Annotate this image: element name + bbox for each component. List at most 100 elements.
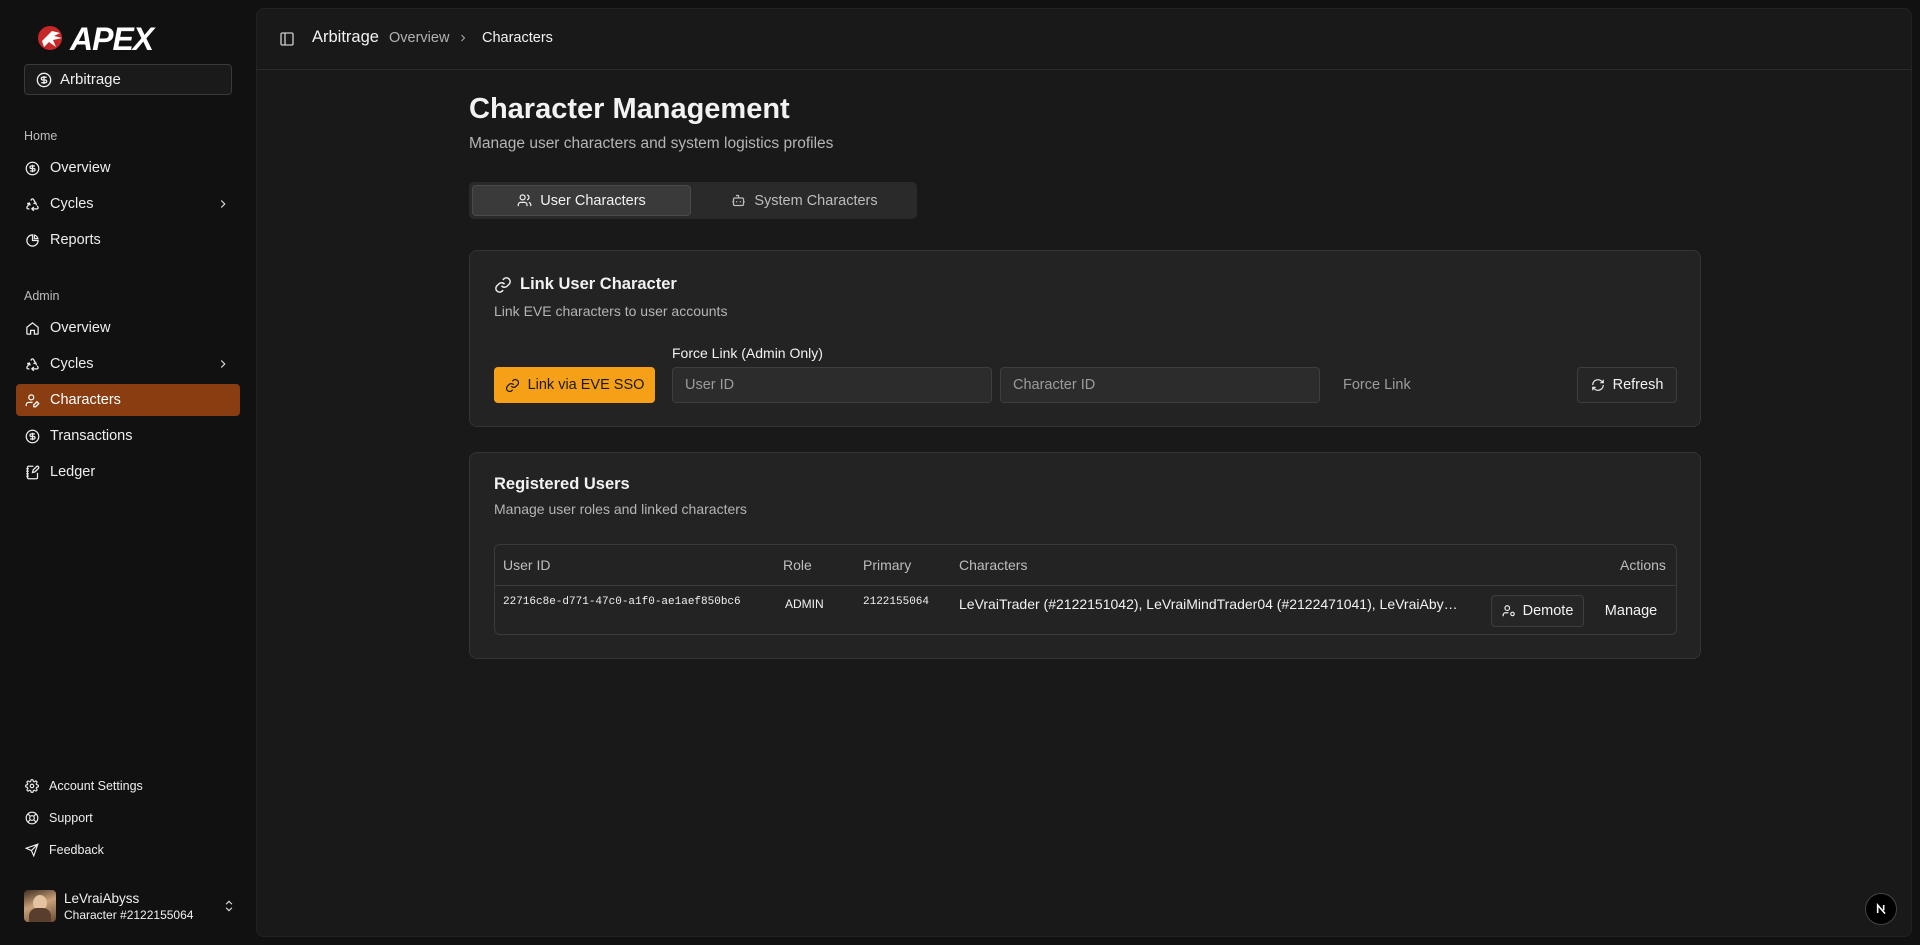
- tab-user-characters[interactable]: User Characters: [472, 185, 691, 216]
- tab-label: System Characters: [754, 192, 878, 209]
- users-icon: [517, 194, 532, 207]
- recycle-icon: [26, 357, 39, 371]
- bot-icon: [732, 194, 746, 207]
- row-divider: [495, 585, 1676, 586]
- section-label-admin: Admin: [24, 289, 60, 303]
- user-character-id: Character #2122155064: [64, 907, 194, 922]
- top-bar: Arbitrage Overview Characters: [257, 9, 1911, 70]
- app-switcher-label: Arbitrage: [60, 71, 121, 88]
- user-id-input[interactable]: [672, 367, 992, 403]
- main-panel: Arbitrage Overview Characters Character …: [256, 8, 1912, 937]
- sidebar-item-reports[interactable]: Reports: [16, 224, 240, 256]
- sidebar-account-settings[interactable]: Account Settings: [16, 773, 240, 799]
- tab-label: User Characters: [540, 192, 646, 209]
- sidebar-item-admin-cycles[interactable]: Cycles: [16, 348, 240, 380]
- home-icon: [26, 321, 39, 335]
- send-icon: [25, 843, 39, 857]
- dollar-circle-icon: [25, 161, 40, 175]
- demote-button[interactable]: Demote: [1491, 595, 1584, 627]
- page-title: Character Management: [469, 93, 790, 125]
- dollar-circle-icon: [36, 72, 52, 87]
- user-cog-icon: [1502, 605, 1515, 617]
- chevron-right-icon: [461, 34, 466, 42]
- tab-system-characters[interactable]: System Characters: [695, 185, 914, 216]
- gear-icon: [25, 779, 39, 793]
- button-label: Refresh: [1612, 377, 1664, 393]
- card-title: Link User Character: [494, 275, 677, 294]
- framework-badge-icon[interactable]: [1865, 893, 1897, 925]
- refresh-icon: [1591, 379, 1604, 391]
- user-pen-icon: [25, 393, 40, 407]
- logo-text: APEX: [70, 20, 154, 57]
- breadcrumb-overview[interactable]: Overview: [389, 30, 449, 46]
- sidebar-item-home-overview[interactable]: Overview: [16, 152, 240, 184]
- character-id-input[interactable]: [1000, 367, 1320, 403]
- column-header-role: Role: [783, 557, 812, 573]
- life-buoy-icon: [25, 811, 39, 825]
- tab-list: User Characters System Characters: [469, 182, 917, 219]
- sidebar-footer-label: Account Settings: [49, 779, 143, 793]
- card-title: Registered Users: [494, 475, 630, 494]
- manage-button[interactable]: Manage: [1595, 595, 1667, 627]
- sidebar: APEX Arbitrage Home Overview Cycles Repo…: [0, 0, 256, 945]
- button-label: Demote: [1522, 603, 1574, 619]
- user-menu[interactable]: LeVraiAbyss Character #2122155064: [24, 888, 236, 924]
- force-link-button[interactable]: Force Link: [1343, 377, 1411, 393]
- column-header-actions: Actions: [1620, 557, 1666, 573]
- sidebar-item-label: Transactions: [50, 428, 133, 444]
- sidebar-item-label: Characters: [50, 392, 121, 408]
- force-link-label: Force Link (Admin Only): [672, 345, 823, 361]
- link-icon: [505, 378, 519, 392]
- users-table: User ID Role Primary Characters Actions …: [494, 544, 1677, 635]
- refresh-button[interactable]: Refresh: [1577, 367, 1677, 403]
- sidebar-item-ledger[interactable]: Ledger: [16, 456, 240, 488]
- chevron-right-icon: [220, 360, 226, 368]
- column-header-characters: Characters: [959, 557, 1028, 573]
- notebook-pen-icon: [26, 465, 40, 479]
- link-user-character-card: Link User Character Link EVE characters …: [469, 250, 1701, 427]
- sidebar-item-label: Cycles: [50, 196, 94, 212]
- card-title-text: Link User Character: [520, 275, 677, 293]
- user-name: LeVraiAbyss: [64, 890, 140, 906]
- sidebar-item-characters[interactable]: Characters: [16, 384, 240, 416]
- cell-characters: LeVraiTrader (#2122151042), LeVraiMindTr…: [959, 596, 1459, 612]
- apex-eagle-icon: [38, 26, 62, 50]
- chevron-right-icon: [220, 200, 226, 208]
- sidebar-item-home-cycles[interactable]: Cycles: [16, 188, 240, 220]
- app-switcher[interactable]: Arbitrage: [24, 64, 232, 95]
- link-via-eve-sso-button[interactable]: Link via EVE SSO: [494, 367, 655, 403]
- button-label: Link via EVE SSO: [527, 377, 645, 393]
- sidebar-item-label: Cycles: [50, 356, 94, 372]
- chevrons-up-down-icon: [225, 900, 233, 912]
- sidebar-item-label: Overview: [50, 320, 111, 336]
- column-header-primary: Primary: [863, 557, 912, 573]
- registered-users-card: Registered Users Manage user roles and l…: [469, 452, 1701, 659]
- dollar-circle-icon: [25, 429, 40, 443]
- cell-user-id: 22716c8e-d771-47c0-a1f0-ae1aef850bc6: [503, 596, 741, 608]
- breadcrumb-characters: Characters: [482, 30, 553, 46]
- sidebar-item-label: Reports: [50, 232, 101, 248]
- role-badge: ADMIN: [785, 597, 824, 611]
- pie-chart-icon: [26, 233, 39, 247]
- column-header-user-id: User ID: [503, 557, 551, 573]
- sidebar-toggle-icon[interactable]: [279, 31, 295, 47]
- page-subtitle: Manage user characters and system logist…: [469, 135, 834, 152]
- sidebar-footer-label: Support: [49, 811, 93, 825]
- sidebar-item-transactions[interactable]: Transactions: [16, 420, 240, 452]
- apex-logo[interactable]: APEX: [36, 20, 154, 57]
- card-subtitle: Link EVE characters to user accounts: [494, 303, 728, 319]
- sidebar-feedback[interactable]: Feedback: [16, 837, 240, 863]
- avatar: [24, 890, 56, 922]
- sidebar-item-admin-overview[interactable]: Overview: [16, 312, 240, 344]
- sidebar-footer-label: Feedback: [49, 843, 104, 857]
- recycle-icon: [26, 197, 39, 211]
- sidebar-item-label: Overview: [50, 160, 111, 176]
- sidebar-support[interactable]: Support: [16, 805, 240, 831]
- card-subtitle: Manage user roles and linked characters: [494, 501, 747, 517]
- header-title: Arbitrage: [312, 28, 379, 46]
- section-label-home: Home: [24, 129, 58, 143]
- link-icon: [495, 276, 511, 293]
- sidebar-item-label: Ledger: [50, 464, 96, 480]
- card-title-text: Registered Users: [494, 475, 630, 493]
- cell-primary: 2122155064: [863, 596, 930, 608]
